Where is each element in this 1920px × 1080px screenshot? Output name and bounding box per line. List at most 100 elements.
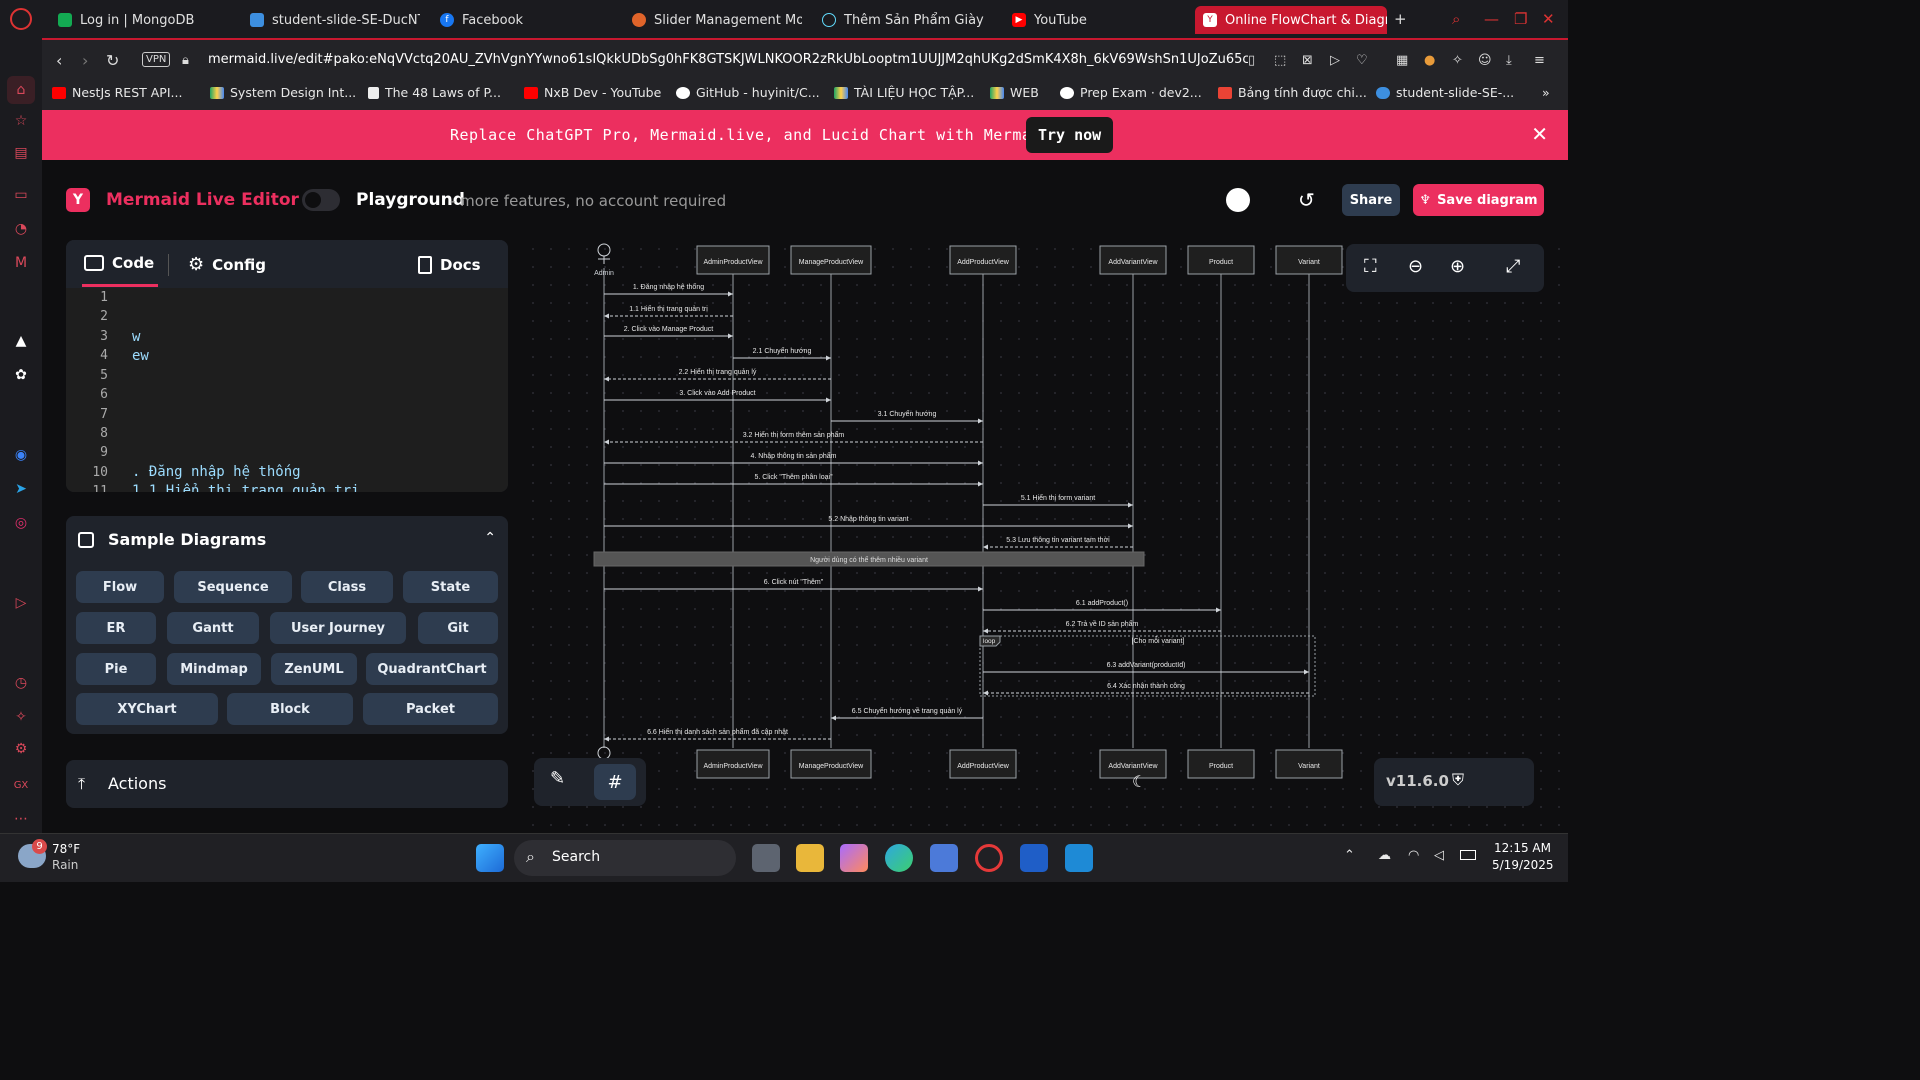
playground-toggle[interactable] (302, 189, 340, 211)
app-title[interactable]: Mermaid Live Editor (106, 190, 299, 210)
sample-xychart-button[interactable]: XYChart (76, 693, 218, 725)
tab-student-slide[interactable]: student-slide-SE-DucNT (250, 6, 420, 34)
taskbar-search[interactable]: ⌕ Search (514, 840, 736, 876)
player-icon[interactable]: ▷ (10, 592, 32, 614)
bookmark-icon[interactable]: ▯ (1248, 53, 1255, 68)
clock-date[interactable]: 5/19/2025 (1492, 858, 1554, 872)
sample-sequence-button[interactable]: Sequence (174, 571, 292, 603)
briefcase-icon[interactable]: ▤ (10, 142, 32, 164)
extensions-sidebar-icon[interactable]: ✧ (10, 706, 32, 728)
minimize-icon[interactable]: — (1484, 10, 1499, 28)
file-explorer-icon[interactable] (796, 844, 824, 872)
close-window-icon[interactable]: ✕ (1542, 10, 1555, 28)
fullscreen-icon[interactable]: ⤢ (1506, 256, 1520, 277)
bookmarks-overflow-icon[interactable]: » (1542, 85, 1550, 100)
forward-icon[interactable]: › (82, 51, 88, 70)
fit-screen-icon[interactable]: ⛶ (1364, 256, 1377, 277)
bookmark-item[interactable]: The 48 Laws of P... (368, 85, 501, 100)
store-icon[interactable] (930, 844, 958, 872)
sample-diagrams-title[interactable]: Sample Diagrams (108, 530, 266, 549)
back-icon[interactable]: ‹ (56, 51, 62, 70)
network-off-icon[interactable]: ☁ (1378, 848, 1391, 863)
more-icon[interactable]: ⋯ (10, 808, 32, 830)
sample-pie-button[interactable]: Pie (76, 653, 156, 685)
zoom-out-icon[interactable]: ⊖ (1408, 256, 1423, 277)
new-tab-icon[interactable]: + (1394, 10, 1407, 28)
home-icon[interactable]: ⌂ (7, 76, 35, 104)
history-sidebar-icon[interactable]: ◷ (10, 672, 32, 694)
search-tabs-icon[interactable]: ⌕ (1452, 10, 1460, 28)
grid-icon[interactable]: # (594, 764, 636, 800)
snapshot-icon[interactable]: ⬚ (1274, 53, 1286, 68)
reload-icon[interactable]: ↻ (106, 51, 119, 70)
url-field[interactable]: mermaid.live/edit#pako:eNqVVctq20AU_ZVhV… (208, 52, 1248, 67)
save-diagram-button[interactable]: ♆ Save diagram (1413, 184, 1544, 216)
lock-icon[interactable]: 🔒︎ (182, 53, 189, 68)
sample-block-button[interactable]: Block (227, 693, 353, 725)
sample-git-button[interactable]: Git (418, 612, 498, 644)
share-button[interactable]: Share (1342, 184, 1400, 216)
weather-desc[interactable]: Rain (52, 858, 78, 872)
messenger-icon[interactable]: ◉ (10, 444, 32, 466)
star-icon[interactable]: ☆ (10, 110, 32, 132)
zoom-in-icon[interactable]: ⊕ (1450, 256, 1465, 277)
sample-class-button[interactable]: Class (301, 571, 393, 603)
volume-icon[interactable]: ◁ (1434, 848, 1444, 863)
sample-quadrantchart-button[interactable]: QuadrantChart (366, 653, 498, 685)
diagram-canvas[interactable]: Admin AdminProductView AdminProductView Man… (524, 240, 1568, 833)
pen-icon[interactable]: ✎ (550, 768, 565, 789)
bookmark-item[interactable]: GitHub - huyinit/C... (676, 85, 820, 100)
extensions-icon[interactable]: ✧ (1452, 53, 1463, 68)
bookmark-item[interactable]: Prep Exam · dev2... (1060, 85, 1202, 100)
battery-icon[interactable] (1460, 850, 1476, 860)
clock-time[interactable]: 12:15 AM (1494, 841, 1551, 855)
instagram-icon[interactable]: ◎ (10, 512, 32, 534)
profile-icon[interactable]: ☺ (1478, 53, 1492, 68)
mermaid-logo-icon[interactable]: Y (66, 188, 90, 212)
settings-icon[interactable]: ⚙ (10, 738, 32, 760)
tab-config[interactable]: ⚙ Config (188, 254, 266, 275)
actions-panel[interactable]: ⤒ Actions (66, 760, 508, 808)
sample-user-journey-button[interactable]: User Journey (270, 612, 406, 644)
cookie-icon[interactable]: ● (1424, 53, 1435, 68)
telegram-icon[interactable]: ➤ (10, 478, 32, 500)
heart-icon[interactable]: ♡ (1356, 53, 1368, 68)
bookmark-item[interactable]: NxB Dev - YouTube (524, 85, 661, 100)
download-icon[interactable]: ⤓ (1506, 53, 1512, 68)
bookmark-item[interactable]: Bảng tính được chi... (1218, 85, 1367, 100)
opera-logo-icon[interactable] (10, 8, 32, 30)
tray-chevron-icon[interactable]: ⌃ (1344, 848, 1355, 863)
tab-mermaid-active[interactable]: Y Online FlowChart & Diagra (1195, 6, 1387, 34)
bookmark-item[interactable]: NestJs REST API... (52, 85, 182, 100)
tab-facebook[interactable]: f Facebook (440, 6, 610, 34)
sample-er-button[interactable]: ER (76, 612, 156, 644)
opera-taskbar-icon[interactable] (975, 844, 1003, 872)
gx-icon[interactable]: GX (10, 774, 32, 796)
sample-zenuml-button[interactable]: ZenUML (271, 653, 357, 685)
weather-temp[interactable]: 78°F (52, 842, 80, 856)
sample-packet-button[interactable]: Packet (363, 693, 498, 725)
m-icon[interactable]: M (10, 252, 32, 274)
tab-mongodb[interactable]: Log in | MongoDB (58, 6, 238, 34)
bookmark-item[interactable]: System Design Int... (210, 85, 356, 100)
github-icon[interactable] (1226, 188, 1250, 212)
speed-dial-icon[interactable]: ◔ (10, 218, 32, 240)
bookmark-item[interactable]: TÀI LIỆU HỌC TẬP... (834, 85, 974, 100)
copilot-icon[interactable] (840, 844, 868, 872)
bookmark-item[interactable]: WEB (990, 85, 1039, 100)
tab-them-san-pham[interactable]: Thêm Sản Phẩm Giày (822, 6, 992, 34)
task-view-icon[interactable] (752, 844, 780, 872)
try-now-button[interactable]: Try now (1026, 117, 1114, 153)
start-icon[interactable] (476, 844, 504, 872)
tab-code[interactable]: Code (84, 254, 154, 272)
menu-icon[interactable]: ≡ (1534, 53, 1545, 68)
qr-icon[interactable]: ▦ (1396, 53, 1408, 68)
sample-state-button[interactable]: State (403, 571, 498, 603)
edge-icon[interactable] (885, 844, 913, 872)
shield-icon[interactable]: ⛨ (1452, 770, 1464, 790)
play-icon[interactable]: ▷ (1330, 53, 1340, 68)
block-icon[interactable]: ⊠ (1302, 53, 1313, 68)
chatgpt-icon[interactable]: ✿ (10, 364, 32, 386)
collapse-chevron-icon[interactable]: ⌃ (484, 530, 496, 546)
bookmark-item[interactable]: student-slide-SE-... (1376, 85, 1514, 100)
